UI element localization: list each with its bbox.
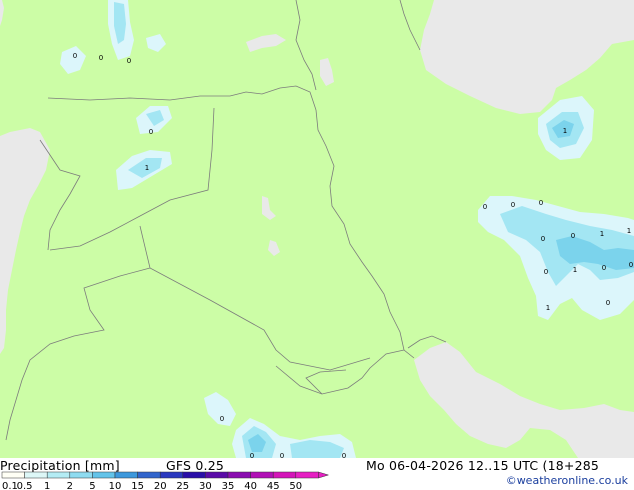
legend-swatch	[205, 471, 229, 479]
legend-swatch	[114, 471, 138, 479]
legend-swatch	[46, 471, 71, 479]
value-marker: 0	[127, 57, 131, 65]
value-marker: 0	[149, 128, 153, 136]
legend-label: 20	[154, 481, 167, 490]
precipitation-map: 0 0 00110 0 00 0 1 10 1 0 01000 0 0	[0, 0, 634, 458]
value-marker: 0	[99, 54, 103, 62]
value-marker: 1	[145, 164, 149, 172]
legend-swatch	[295, 471, 319, 479]
value-marker: 0	[483, 203, 487, 211]
value-marker: 0	[511, 201, 515, 209]
value-marker: 1	[573, 266, 577, 274]
legend-label: 45	[267, 481, 280, 490]
value-marker: 1	[600, 230, 604, 238]
legend-swatch	[1, 471, 25, 479]
legend-label: 2	[67, 481, 73, 490]
legend-arrow	[318, 471, 330, 479]
legend-label: 35	[222, 481, 235, 490]
legend-label: 0.1	[2, 481, 18, 490]
value-marker: 0	[541, 235, 545, 243]
value-marker: 0	[571, 232, 575, 240]
value-marker: 0	[220, 415, 224, 423]
legend-swatch	[182, 471, 206, 479]
legend-label: 5	[89, 481, 95, 490]
value-marker: 0	[539, 199, 543, 207]
legend-label: 50	[289, 481, 302, 490]
legend-swatch	[92, 471, 116, 479]
value-marker: 0	[73, 52, 77, 60]
legend-swatch	[159, 471, 184, 479]
legend-label: 25	[176, 481, 189, 490]
credit-link[interactable]: ©weatheronline.co.uk	[506, 474, 628, 487]
legend-swatch	[272, 471, 297, 479]
legend-label: 15	[131, 481, 144, 490]
value-marker: 1	[546, 304, 550, 312]
legend-label: 10	[109, 481, 122, 490]
value-marker: 1	[627, 227, 631, 235]
legend-swatch	[69, 471, 93, 479]
value-marker: 1	[563, 127, 567, 135]
legend-swatch	[24, 471, 48, 479]
legend-label: 40	[244, 481, 257, 490]
value-marker: 0	[544, 268, 548, 276]
value-marker: 0	[606, 299, 610, 307]
legend-swatch	[227, 471, 251, 479]
value-marker: 0	[629, 261, 633, 269]
legend-swatch	[137, 471, 161, 479]
legend-label: 1	[44, 481, 50, 490]
value-marker: 0	[602, 264, 606, 272]
legend-label: 0.5	[17, 481, 33, 490]
legend-swatch	[250, 471, 274, 479]
legend-label: 30	[199, 481, 212, 490]
